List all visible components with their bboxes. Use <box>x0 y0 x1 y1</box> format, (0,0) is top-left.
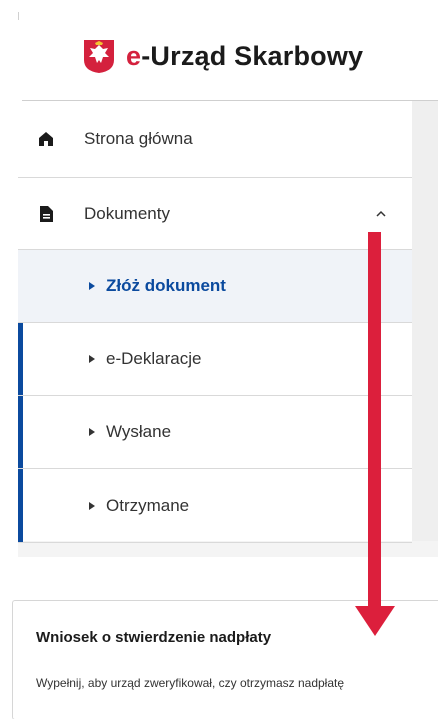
home-icon <box>39 132 53 146</box>
bullet-triangle-icon <box>89 501 95 510</box>
brand-title[interactable]: e-Urząd Skarbowy <box>126 41 363 72</box>
document-icon <box>40 205 53 222</box>
sidebar-nav: Strona główna Dokumenty Złóż dokument e-… <box>18 101 412 543</box>
submenu-item-received[interactable]: Otrzymane <box>18 469 412 543</box>
submenu-item-label: Wysłane <box>106 422 172 441</box>
submenu-item-sent[interactable]: Wysłane <box>18 396 412 469</box>
bullet-triangle-icon <box>89 355 95 363</box>
sidebar-item-home[interactable]: Strona główna <box>18 101 412 178</box>
submenu-item-label: e-Deklaracje <box>106 349 202 368</box>
submenu-item-e-declarations[interactable]: e-Deklaracje <box>18 323 412 396</box>
submenu-item-label: Złóż dokument <box>106 276 226 295</box>
annotation-arrow-head-icon <box>355 606 395 636</box>
bullet-triangle-icon <box>89 428 95 436</box>
brand-suffix: -Urząd Skarbowy <box>141 41 364 71</box>
card-title: Wniosek o stwierdzenie nadpłaty <box>36 629 272 646</box>
sidebar-item-documents[interactable]: Dokumenty <box>18 178 412 250</box>
sidebar-item-label: Strona główna <box>84 129 193 148</box>
bullet-triangle-icon <box>89 282 95 290</box>
annotation-arrow-shaft <box>368 232 381 612</box>
chevron-up-icon[interactable] <box>375 208 387 220</box>
emblem-logo-icon[interactable] <box>82 38 116 74</box>
card-description: Wypełnij, aby urząd zweryfikował, czy ot… <box>36 676 345 690</box>
submenu-item-submit-document[interactable]: Złóż dokument <box>18 250 412 323</box>
submenu-item-label: Otrzymane <box>106 495 190 515</box>
content-shade <box>412 101 438 557</box>
sidebar-item-label: Dokumenty <box>84 203 170 223</box>
site-header: e-Urząd Skarbowy <box>0 30 438 92</box>
brand-prefix: e <box>126 41 142 71</box>
corner-mark <box>18 12 19 20</box>
